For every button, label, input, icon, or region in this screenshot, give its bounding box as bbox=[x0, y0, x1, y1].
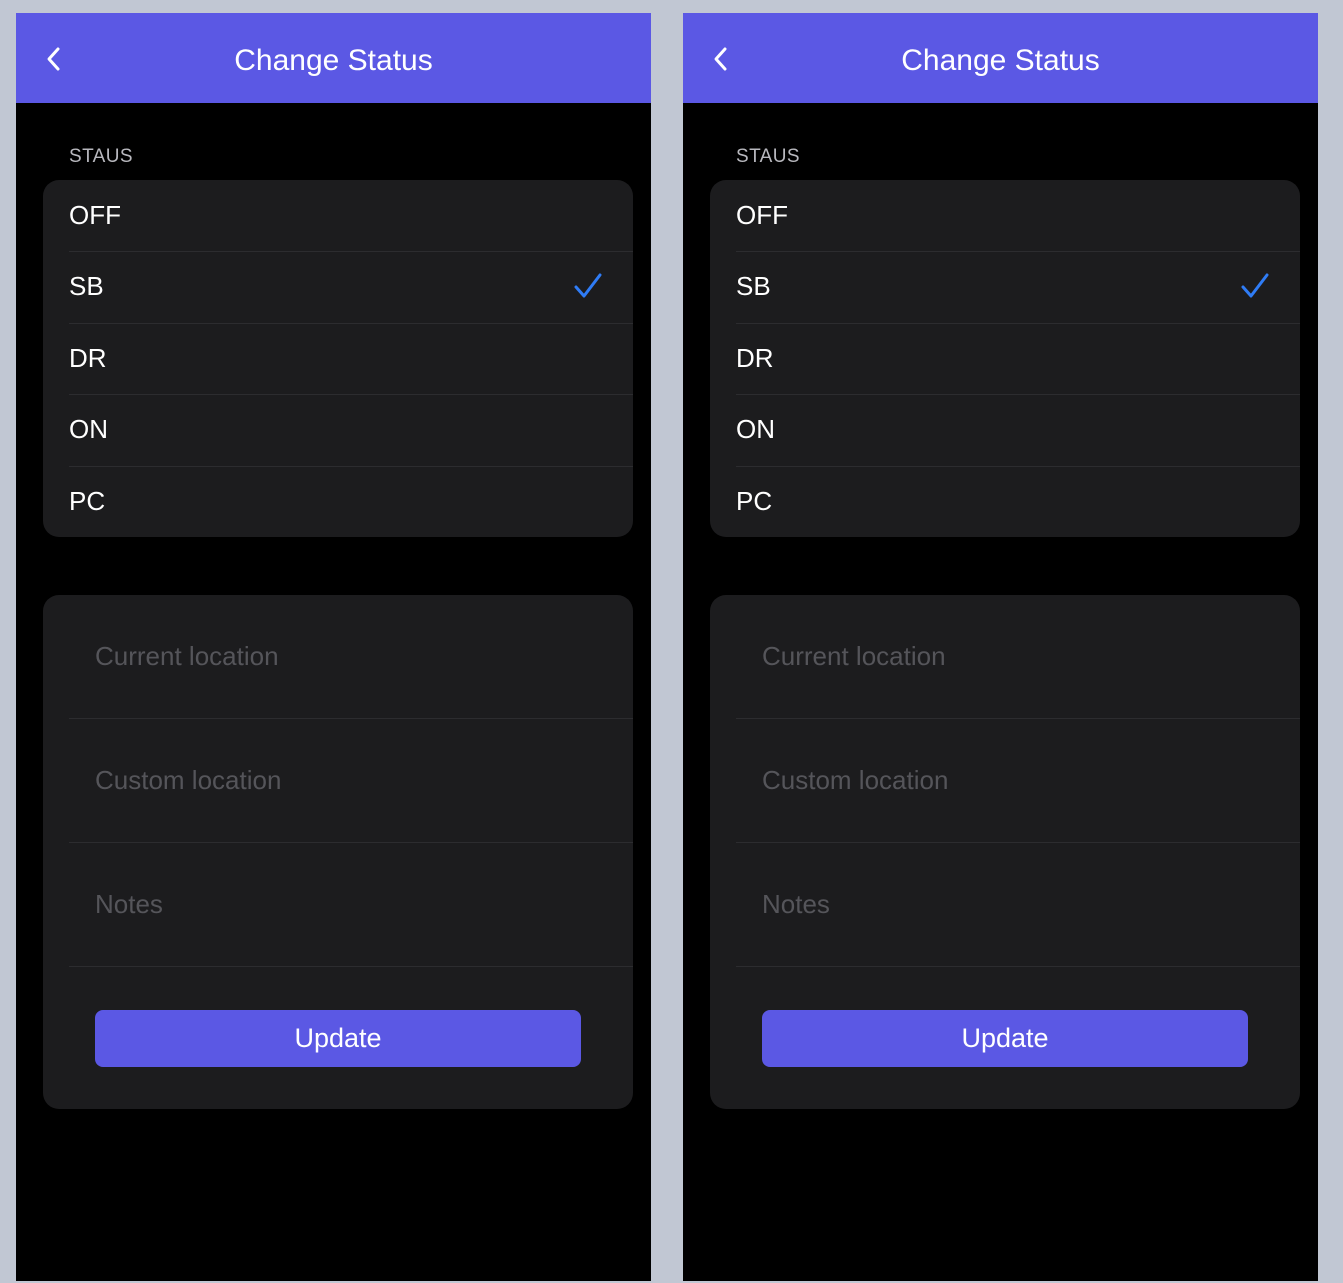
notes-input[interactable] bbox=[95, 843, 615, 966]
navigation-bar: Change Status bbox=[683, 13, 1318, 103]
page-title: Change Status bbox=[234, 44, 433, 77]
status-option-label: DR bbox=[736, 342, 774, 373]
status-option-off[interactable]: OFF bbox=[43, 180, 633, 251]
status-option-label: ON bbox=[69, 414, 108, 445]
phone-screen-right: Change Status STAUS OFF SB DR ON PC Curr… bbox=[683, 13, 1318, 1281]
notes-field bbox=[736, 843, 1300, 967]
notes-field bbox=[69, 843, 633, 967]
current-location-input[interactable] bbox=[95, 595, 615, 718]
checkmark-icon bbox=[1241, 273, 1269, 298]
status-option-label: SB bbox=[736, 271, 771, 302]
status-option-off[interactable]: OFF bbox=[710, 180, 1300, 251]
status-option-label: PC bbox=[736, 485, 773, 516]
status-section-label: STAUS bbox=[69, 146, 133, 167]
phone-screen-left: Change Status STAUS OFF SB DR ON PC Curr… bbox=[16, 13, 651, 1281]
custom-location-field bbox=[69, 719, 633, 843]
status-options-list: OFF SB DR ON PC bbox=[710, 180, 1300, 537]
status-option-on[interactable]: ON bbox=[710, 394, 1300, 465]
custom-location-field bbox=[736, 719, 1300, 843]
status-option-label: OFF bbox=[69, 200, 121, 230]
status-option-label: OFF bbox=[736, 200, 788, 230]
status-section-label: STAUS bbox=[736, 146, 800, 167]
navigation-bar: Change Status bbox=[16, 13, 651, 103]
page-title: Change Status bbox=[901, 44, 1100, 77]
status-option-on[interactable]: ON bbox=[43, 394, 633, 465]
checkmark-icon bbox=[574, 273, 602, 298]
custom-location-input[interactable] bbox=[762, 719, 1282, 842]
status-option-label: PC bbox=[69, 485, 106, 516]
status-option-pc[interactable]: PC bbox=[710, 465, 1300, 537]
current-location-field bbox=[69, 595, 633, 719]
status-option-dr[interactable]: DR bbox=[43, 322, 633, 394]
status-option-sb[interactable]: SB bbox=[43, 251, 633, 322]
update-button[interactable]: Update bbox=[762, 1010, 1248, 1067]
status-option-label: SB bbox=[69, 271, 104, 302]
location-form: Update bbox=[710, 595, 1300, 1109]
status-options-list: OFF SB DR ON PC bbox=[43, 180, 633, 537]
status-option-pc[interactable]: PC bbox=[43, 465, 633, 537]
current-location-field bbox=[736, 595, 1300, 719]
notes-input[interactable] bbox=[762, 843, 1282, 966]
status-option-sb[interactable]: SB bbox=[710, 251, 1300, 322]
status-option-dr[interactable]: DR bbox=[710, 322, 1300, 394]
location-form: Update bbox=[43, 595, 633, 1109]
status-option-label: DR bbox=[69, 342, 107, 373]
current-location-input[interactable] bbox=[762, 595, 1282, 718]
custom-location-input[interactable] bbox=[95, 719, 615, 842]
status-option-label: ON bbox=[736, 414, 775, 445]
update-button[interactable]: Update bbox=[95, 1010, 581, 1067]
